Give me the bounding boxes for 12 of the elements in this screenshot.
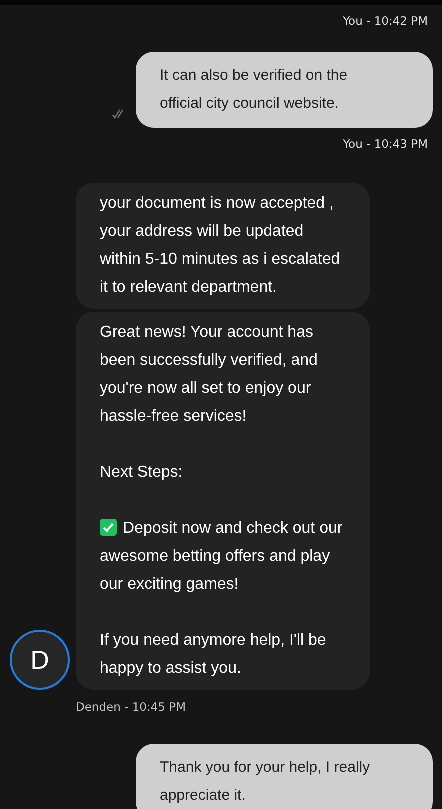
message-text: Next Steps: [100, 463, 184, 483]
message-timestamp: You - 10:42 PM [343, 14, 428, 28]
message-text: Great news! Your account has been successfully verified, and you're now all set to enjoy our hassle-free services! [100, 323, 319, 427]
message-text: It can also be verified on the official city council website. [160, 66, 349, 114]
message-timestamp: Denden - 10:45 PM [76, 700, 186, 714]
message-text: Thank you for your help, I really appreciate it. [160, 758, 372, 806]
message-text: Deposit now and check out our awesome betting offers and play our exciting games! [100, 518, 344, 595]
avatar: D [10, 630, 70, 690]
checkmark-icon [100, 519, 117, 536]
message-text: If you need anymore help, I'll be happy to assist you. [100, 631, 328, 679]
message-text: your document is now accepted , your address will be updated within 5-10 minutes as i escalated it to relevant department. [100, 194, 342, 298]
message-timestamp: You - 10:43 PM [343, 137, 428, 151]
